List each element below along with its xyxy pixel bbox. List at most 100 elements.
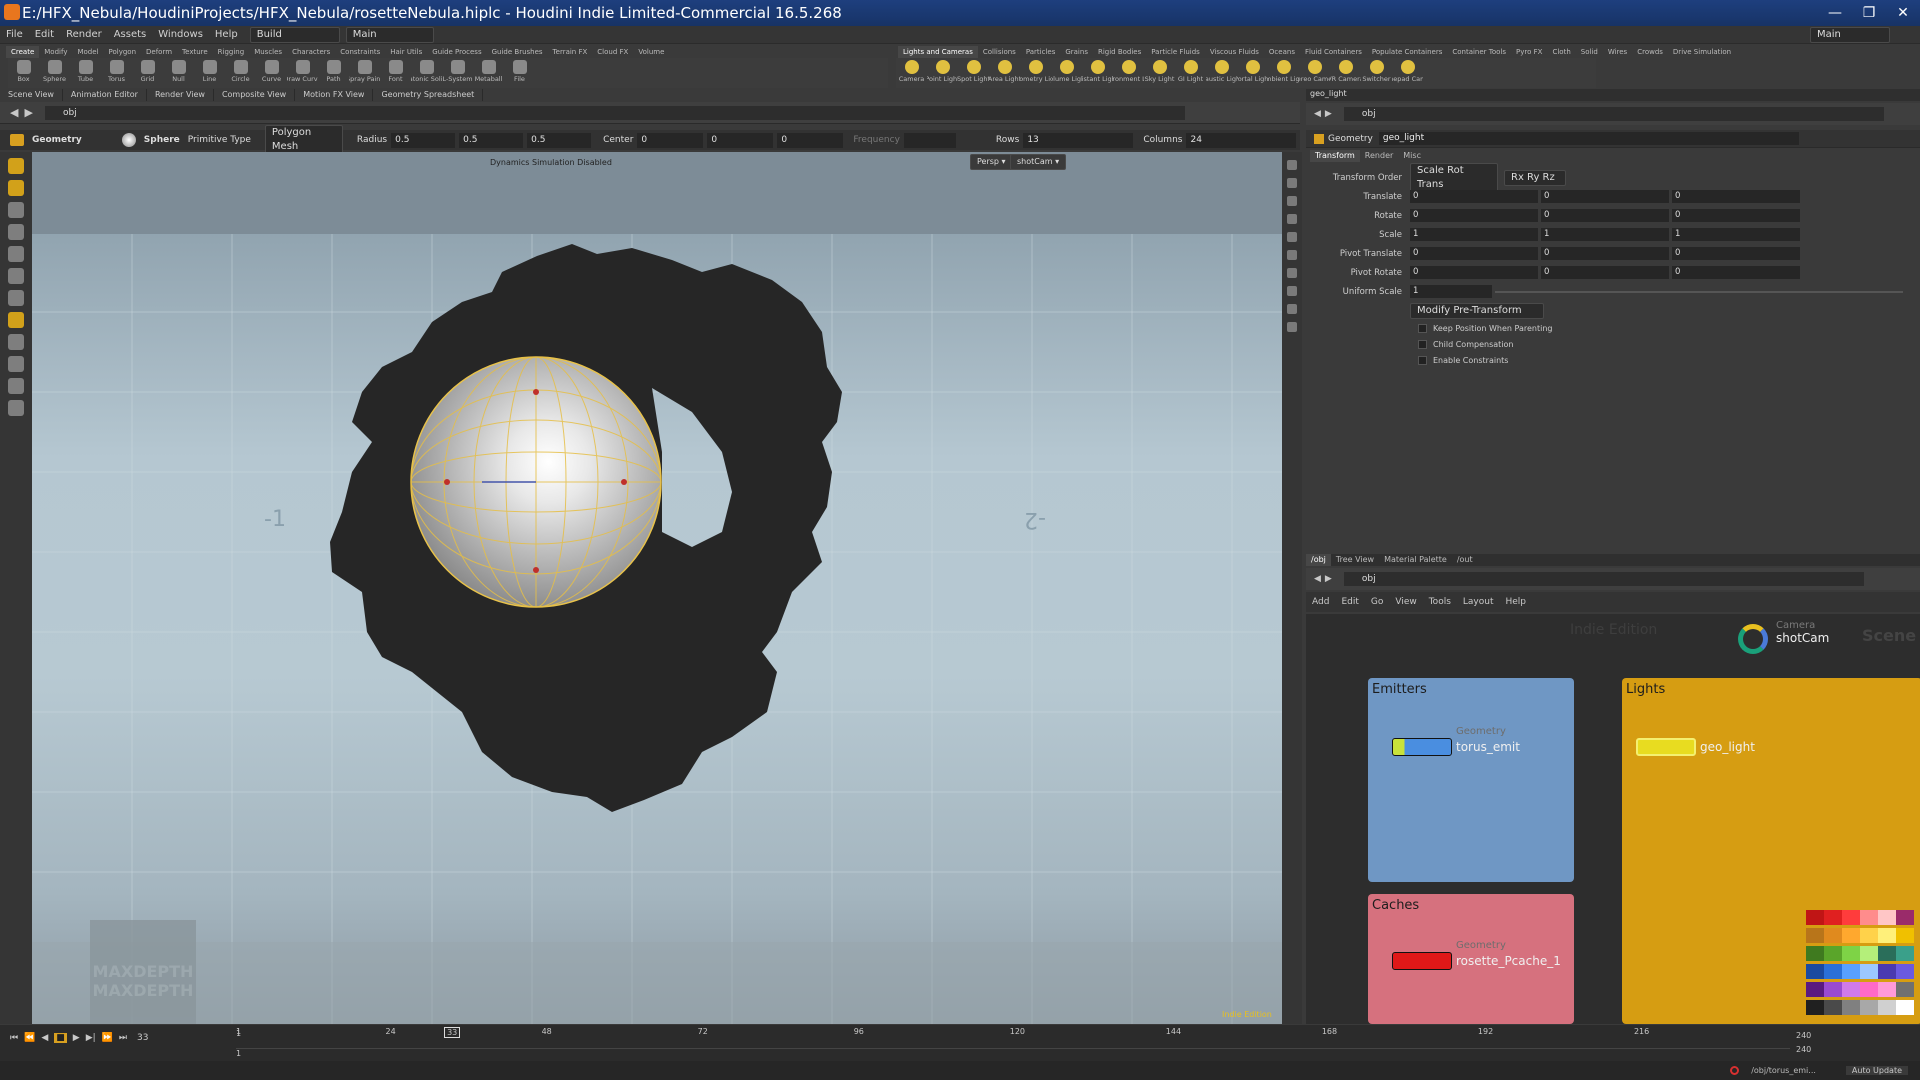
shading-icon[interactable]: [1287, 178, 1297, 188]
scene-viewport[interactable]: Dynamics Simulation Disabled Persp ▾ sho…: [32, 152, 1282, 1024]
shelf-tab-solid[interactable]: Solid: [1576, 46, 1603, 58]
pane-tab-render-view[interactable]: Render View: [147, 89, 214, 101]
color-swatch[interactable]: [1842, 1000, 1860, 1015]
lighting-icon[interactable]: [1287, 196, 1297, 206]
camera-node[interactable]: Camera shotCam: [1738, 620, 1829, 660]
network-back-icon[interactable]: ◀: [1314, 574, 1321, 584]
shelf-tab-rigid-bodies[interactable]: Rigid Bodies: [1093, 46, 1146, 58]
color-palette[interactable]: [1806, 910, 1916, 1018]
tool-torus[interactable]: Torus: [101, 58, 132, 88]
translate-y-field[interactable]: 0: [1541, 190, 1669, 203]
network-menu-go[interactable]: Go: [1365, 597, 1389, 607]
shelf-tab-constraints[interactable]: Constraints: [335, 46, 385, 58]
maximize-button[interactable]: ❐: [1852, 0, 1886, 26]
menu-render[interactable]: Render: [60, 26, 108, 44]
select-mode-icon[interactable]: [8, 180, 24, 196]
shelf-tab-rigging[interactable]: Rigging: [213, 46, 250, 58]
radius-z-field[interactable]: 0.5: [527, 132, 592, 148]
normals-icon[interactable]: [1287, 232, 1297, 242]
radius-y-field[interactable]: 0.5: [459, 132, 524, 148]
scale-y-field[interactable]: 1: [1541, 228, 1669, 241]
network-menu-edit[interactable]: Edit: [1335, 597, 1364, 607]
points-icon[interactable]: [1287, 214, 1297, 224]
network-menu-layout[interactable]: Layout: [1457, 597, 1500, 607]
check-keep-position[interactable]: Keep Position When Parenting: [1306, 320, 1920, 336]
rotate-y-field[interactable]: 0: [1541, 209, 1669, 222]
tool-tube[interactable]: Tube: [70, 58, 101, 88]
pivot-rotate-z-field[interactable]: 0: [1672, 266, 1800, 279]
rows-field[interactable]: 13: [1023, 132, 1134, 148]
pane-tab-animation-editor[interactable]: Animation Editor: [63, 89, 147, 101]
node-geo-light[interactable]: geo_light: [1636, 738, 1755, 756]
shelf-tab-cloud-fx[interactable]: Cloud FX: [592, 46, 633, 58]
start-frame-field[interactable]: 1: [236, 1049, 241, 1058]
frequency-field[interactable]: [903, 132, 956, 148]
color-swatch[interactable]: [1860, 982, 1878, 997]
node-rosette-pcache[interactable]: Geometry rosette_Pcache_1: [1392, 940, 1561, 970]
tab-material-palette[interactable]: Material Palette: [1379, 554, 1452, 566]
tool-distant-light[interactable]: Distant Light: [1082, 58, 1113, 88]
uniform-scale-field[interactable]: 1: [1410, 285, 1492, 298]
display-options-icon[interactable]: [8, 400, 24, 416]
color-swatch[interactable]: [1860, 946, 1878, 961]
tab-misc[interactable]: Misc: [1398, 150, 1426, 162]
view-tool-icon[interactable]: [8, 334, 24, 350]
color-swatch[interactable]: [1860, 928, 1878, 943]
color-swatch[interactable]: [1842, 982, 1860, 997]
timeline-ruler[interactable]: 1 24 48 72 96 120 144 168 192 216 33: [236, 1027, 1790, 1049]
minimize-button[interactable]: —: [1818, 0, 1852, 26]
tool-draw-curve[interactable]: Draw Curve: [287, 58, 318, 88]
color-swatch[interactable]: [1878, 946, 1896, 961]
tool-area-light[interactable]: Area Light: [989, 58, 1020, 88]
shelf-tab-container-tools[interactable]: Container Tools: [1447, 46, 1511, 58]
check-child-compensation[interactable]: Child Compensation: [1306, 336, 1920, 352]
color-swatch[interactable]: [1806, 964, 1824, 979]
shelf-tab-particle-fluids[interactable]: Particle Fluids: [1146, 46, 1205, 58]
params-forward-icon[interactable]: ▶: [1325, 109, 1332, 119]
radius-x-field[interactable]: 0.5: [391, 132, 456, 148]
step-back-icon[interactable]: ◀: [41, 1033, 48, 1043]
node-torus-emit[interactable]: Geometry torus_emit: [1392, 726, 1520, 756]
tab-render[interactable]: Render: [1360, 150, 1398, 162]
tool-platonic-solids[interactable]: Platonic Solids: [411, 58, 442, 88]
rotate-z-field[interactable]: 0: [1672, 209, 1800, 222]
color-swatch[interactable]: [1878, 982, 1896, 997]
shelf-tab-particles[interactable]: Particles: [1021, 46, 1061, 58]
tab-out[interactable]: /out: [1452, 554, 1478, 566]
pivot-rotate-y-field[interactable]: 0: [1541, 266, 1669, 279]
color-swatch[interactable]: [1824, 946, 1842, 961]
tool-vr-camera[interactable]: VR Camera: [1330, 58, 1361, 88]
color-swatch[interactable]: [1860, 910, 1878, 925]
rotate-tool-icon[interactable]: [8, 246, 24, 262]
network-menu-view[interactable]: View: [1389, 597, 1422, 607]
menu-windows[interactable]: Windows: [152, 26, 209, 44]
tool-volume-light[interactable]: Volume Light: [1051, 58, 1082, 88]
color-swatch[interactable]: [1896, 982, 1914, 997]
move-tool-icon[interactable]: [8, 224, 24, 240]
menu-edit[interactable]: Edit: [29, 26, 60, 44]
network-editor[interactable]: Indie Edition Scene Camera shotCam Emitt…: [1306, 614, 1920, 1024]
shelf-tab-create[interactable]: Create: [6, 46, 40, 58]
tool-box[interactable]: Box: [8, 58, 39, 88]
tool-curve[interactable]: Curve: [256, 58, 287, 88]
color-swatch[interactable]: [1842, 928, 1860, 943]
tool-gamepad-camera[interactable]: Gamepad Camera: [1392, 58, 1423, 88]
auto-update-dropdown[interactable]: Auto Update: [1845, 1066, 1908, 1075]
tool-file[interactable]: File: [504, 58, 535, 88]
pivot-translate-y-field[interactable]: 0: [1541, 247, 1669, 260]
color-swatch[interactable]: [1842, 910, 1860, 925]
desktop-dropdown[interactable]: Main: [1810, 26, 1890, 43]
shelf-tab-muscles[interactable]: Muscles: [249, 46, 287, 58]
scale-tool-icon[interactable]: [8, 268, 24, 284]
tool-null[interactable]: Null: [163, 58, 194, 88]
color-swatch[interactable]: [1896, 964, 1914, 979]
color-swatch[interactable]: [1824, 982, 1842, 997]
jump-start-icon[interactable]: ⏮: [10, 1033, 18, 1043]
columns-field[interactable]: 24: [1186, 132, 1297, 148]
color-swatch[interactable]: [1806, 946, 1824, 961]
grid-icon[interactable]: [1287, 286, 1297, 296]
view-persp-dropdown[interactable]: Persp ▾: [970, 154, 1013, 170]
menu-help[interactable]: Help: [209, 26, 244, 44]
tab-tree-view[interactable]: Tree View: [1331, 554, 1379, 566]
tool-circle[interactable]: Circle: [225, 58, 256, 88]
